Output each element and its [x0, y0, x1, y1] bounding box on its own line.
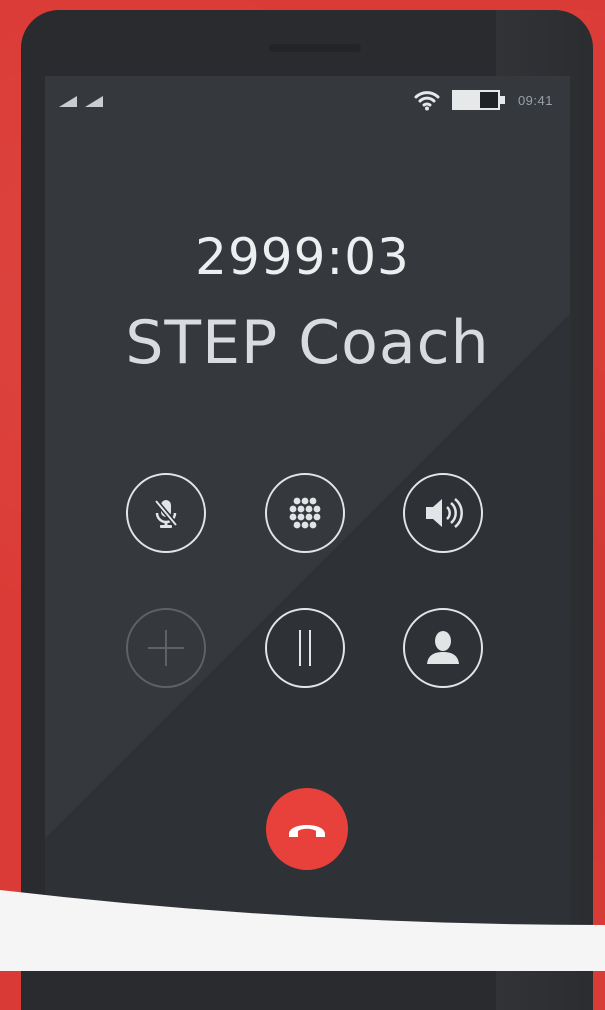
hold-button[interactable]	[265, 608, 345, 688]
signal-icon	[59, 96, 103, 107]
keypad-icon	[289, 497, 321, 529]
call-timer: 2999:03	[195, 228, 410, 286]
end-call-button[interactable]	[266, 788, 348, 870]
clock-time: 09:41	[517, 92, 553, 108]
contacts-button[interactable]	[403, 608, 483, 688]
contact-icon	[427, 631, 459, 664]
signal-indicators	[59, 94, 107, 108]
speaker-icon	[426, 498, 463, 528]
speaker-button[interactable]	[403, 473, 483, 553]
battery-icon	[451, 90, 505, 110]
keypad-button[interactable]	[265, 473, 345, 553]
wifi-icon	[414, 91, 440, 111]
add-call-icon	[148, 630, 184, 666]
end-call-icon	[289, 825, 325, 837]
hold-icon	[299, 630, 311, 666]
caller-name: STEP Coach	[125, 308, 490, 378]
mute-mic-icon	[154, 499, 178, 528]
earpiece-speaker	[269, 44, 361, 52]
status-bar-right: 09:41	[414, 88, 553, 112]
add-call-button[interactable]	[126, 608, 206, 688]
mute-button[interactable]	[126, 473, 206, 553]
